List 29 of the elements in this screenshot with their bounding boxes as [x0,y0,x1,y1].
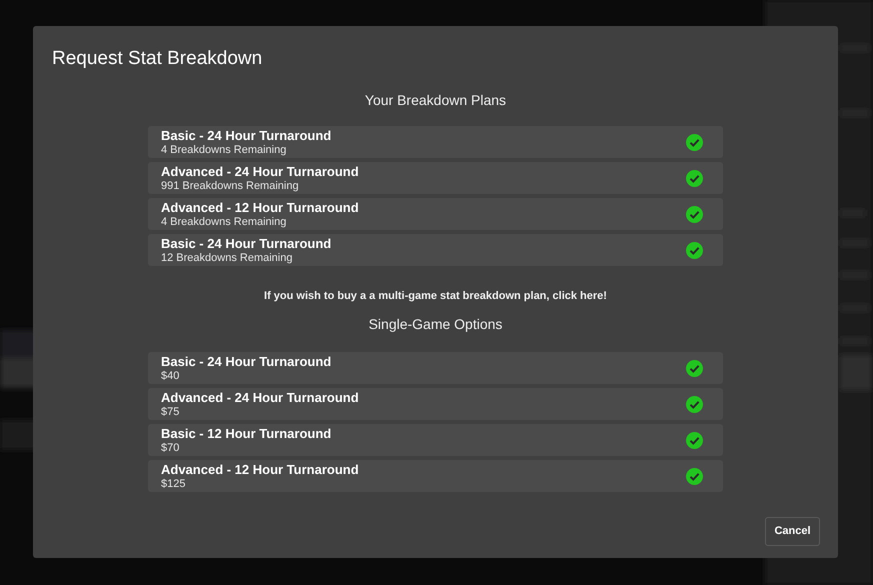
option-detail: $40 [161,368,180,382]
option-detail: 4 Breakdowns Remaining [161,214,286,228]
option-name: Advanced - 12 Hour Turnaround [161,200,359,214]
buy-plan-link[interactable]: If you wish to buy a a multi-game stat breakdown plan, click here! [264,288,607,304]
option-name: Basic - 12 Hour Turnaround [161,426,332,440]
option-name: Basic - 24 Hour Turnaround [161,354,332,368]
section-heading: Your Breakdown Plans [364,91,506,110]
option-name: Advanced - 12 Hour Turnaround [161,462,359,476]
option-detail: $125 [161,476,186,490]
plan-option[interactable]: Advanced - 24 Hour Turnaround $75 [148,388,723,420]
plan-option[interactable]: Basic - 24 Hour Turnaround $40 [148,352,723,384]
plan-option[interactable]: Advanced - 12 Hour Turnaround $125 [148,460,723,492]
dialog-title: Request Stat Breakdown [52,47,262,71]
section-heading: Single-Game Options [368,315,502,334]
cancel-button[interactable]: Cancel [765,517,820,546]
option-detail: $70 [161,440,180,454]
option-detail: 4 Breakdowns Remaining [161,142,286,156]
option-name: Advanced - 24 Hour Turnaround [161,390,359,404]
plan-option[interactable]: Basic - 24 Hour Turnaround 4 Breakdowns Remaining [148,126,723,158]
plan-option[interactable]: Basic - 12 Hour Turnaround $70 [148,424,723,456]
option-name: Basic - 24 Hour Turnaround [161,236,332,250]
option-name: Basic - 24 Hour Turnaround [161,128,332,142]
option-detail: 12 Breakdowns Remaining [161,250,292,264]
option-detail: 991 Breakdowns Remaining [161,178,299,192]
plan-option[interactable]: Advanced - 12 Hour Turnaround 4 Breakdowns Remaining [148,198,723,230]
plan-option[interactable]: Advanced - 24 Hour Turnaround 991 Breakdowns Remaining [148,162,723,194]
option-name: Advanced - 24 Hour Turnaround [161,164,359,178]
plan-option[interactable]: Basic - 24 Hour Turnaround 12 Breakdowns Remaining [148,234,723,266]
option-detail: $75 [161,404,180,418]
